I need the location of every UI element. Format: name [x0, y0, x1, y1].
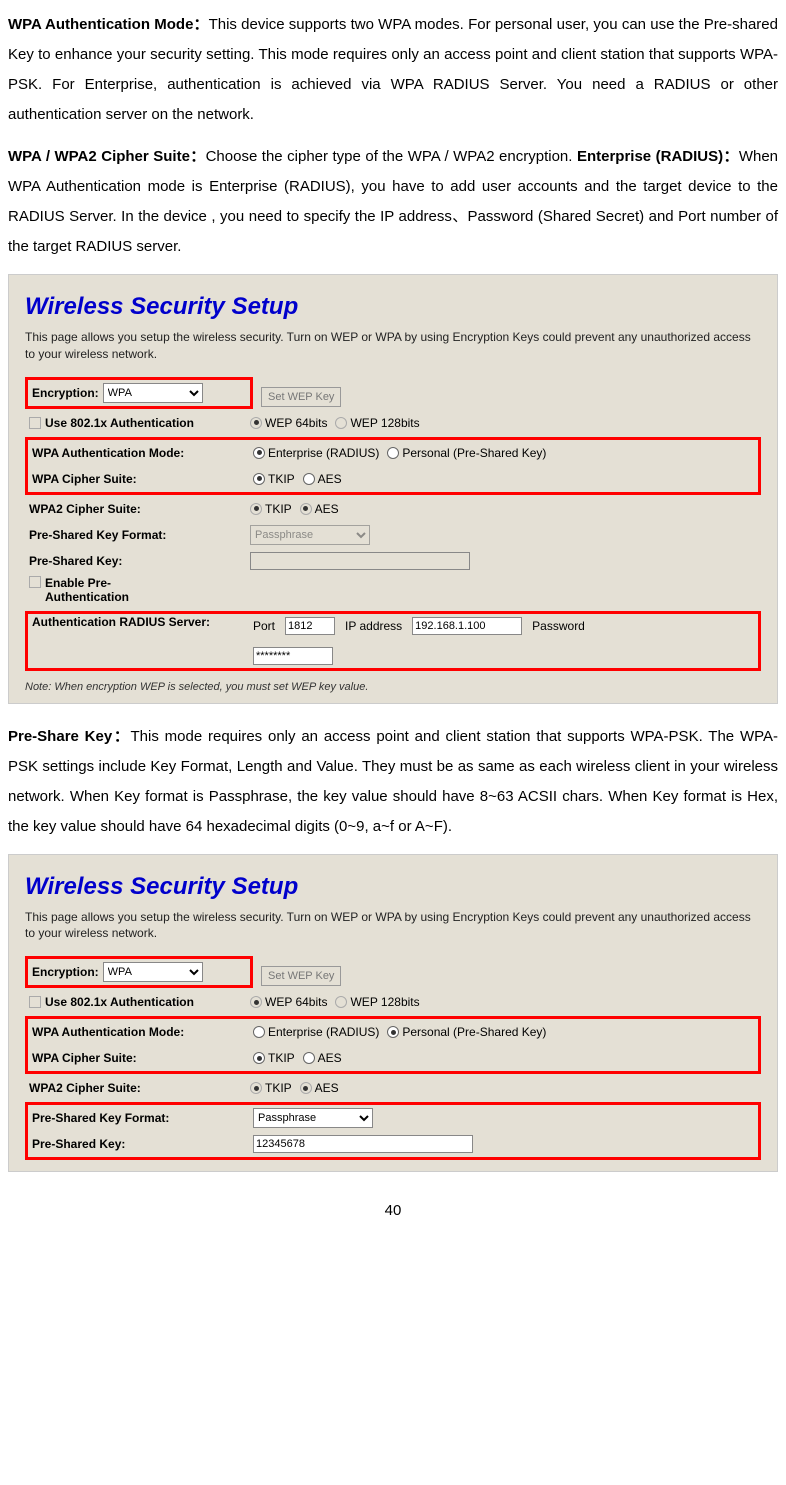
- radius-port-input[interactable]: [285, 617, 335, 635]
- enable-preauth-checkbox[interactable]: [29, 576, 41, 588]
- wpa-cipher-label: WPA Cipher Suite:: [28, 472, 253, 486]
- psk-format-select[interactable]: Passphrase: [250, 525, 370, 545]
- app-wireless-security-2: Wireless Security Setup This page allows…: [8, 854, 778, 1173]
- enable-preauth-label: Enable Pre-Authentication: [45, 576, 195, 604]
- wpa-tkip-label-2: TKIP: [268, 1051, 295, 1065]
- term-cipher-suite: WPA / WPA2 Cipher Suite：: [8, 148, 206, 165]
- wep128-radio-2[interactable]: [335, 996, 347, 1008]
- use-8021x-label-2: Use 802.1x Authentication: [45, 995, 194, 1009]
- wpa2-tkip-radio[interactable]: [250, 503, 262, 515]
- wep64-radio[interactable]: [250, 417, 262, 429]
- psk-format-label: Pre-Shared Key Format:: [25, 528, 250, 542]
- page-number: 40: [8, 1202, 778, 1219]
- wpa2-aes-label-2: AES: [315, 1081, 339, 1095]
- set-wep-key-button[interactable]: Set WEP Key: [261, 387, 341, 407]
- psk-input[interactable]: [250, 552, 470, 570]
- wpa2-tkip-label: TKIP: [265, 502, 292, 516]
- wpa-auth-mode-label: WPA Authentication Mode:: [28, 446, 253, 460]
- wpa-aes-radio-2[interactable]: [303, 1052, 315, 1064]
- wpa2-aes-radio[interactable]: [300, 503, 312, 515]
- wpa-tkip-radio-2[interactable]: [253, 1052, 265, 1064]
- page-description-2: This page allows you setup the wireless …: [25, 909, 761, 943]
- wpa-tkip-radio[interactable]: [253, 473, 265, 485]
- wep64-label: WEP 64bits: [265, 416, 327, 430]
- radius-port-label: Port: [253, 619, 275, 633]
- psk-label-2: Pre-Shared Key:: [28, 1137, 253, 1151]
- radius-ip-label: IP address: [345, 619, 402, 633]
- desc-cipher-suite: Choose the cipher type of the WPA / WPA2…: [206, 148, 573, 165]
- radius-password-input[interactable]: [253, 647, 333, 665]
- paragraph-cipher-enterprise: WPA / WPA2 Cipher Suite：Choose the ciphe…: [8, 142, 778, 262]
- use-8021x-label: Use 802.1x Authentication: [45, 416, 194, 430]
- enterprise-label-2: Enterprise (RADIUS): [268, 1025, 379, 1039]
- enterprise-radio-2[interactable]: [253, 1026, 265, 1038]
- radius-password-label: Password: [532, 619, 585, 633]
- set-wep-key-button-2[interactable]: Set WEP Key: [261, 966, 341, 986]
- wep64-radio-2[interactable]: [250, 996, 262, 1008]
- wpa-tkip-label: TKIP: [268, 472, 295, 486]
- app-wireless-security-1: Wireless Security Setup This page allows…: [8, 274, 778, 704]
- personal-label-2: Personal (Pre-Shared Key): [402, 1025, 546, 1039]
- radius-ip-input[interactable]: [412, 617, 522, 635]
- psk-label: Pre-Shared Key:: [25, 554, 250, 568]
- radius-server-label: Authentication RADIUS Server:: [28, 615, 253, 631]
- wpa-aes-label-2: AES: [318, 1051, 342, 1065]
- psk-input-2[interactable]: [253, 1135, 473, 1153]
- term-wpa-auth-mode: WPA Authentication Mode：: [8, 16, 209, 33]
- page-title: Wireless Security Setup: [25, 293, 761, 321]
- personal-radio[interactable]: [387, 447, 399, 459]
- wep128-label: WEP 128bits: [350, 416, 419, 430]
- wep-note: Note: When encryption WEP is selected, y…: [25, 681, 761, 693]
- enterprise-label: Enterprise (RADIUS): [268, 446, 379, 460]
- wpa-cipher-label-2: WPA Cipher Suite:: [28, 1051, 253, 1065]
- wep128-label-2: WEP 128bits: [350, 995, 419, 1009]
- encryption-select[interactable]: WPA: [103, 383, 203, 403]
- enterprise-radio[interactable]: [253, 447, 265, 459]
- term-enterprise-radius: Enterprise (RADIUS)：: [577, 148, 739, 165]
- wpa2-cipher-label-2: WPA2 Cipher Suite:: [25, 1081, 250, 1095]
- wpa2-tkip-label-2: TKIP: [265, 1081, 292, 1095]
- page-title-2: Wireless Security Setup: [25, 873, 761, 901]
- wep128-radio[interactable]: [335, 417, 347, 429]
- personal-label: Personal (Pre-Shared Key): [402, 446, 546, 460]
- use-8021x-checkbox-2[interactable]: [29, 996, 41, 1008]
- wpa-aes-radio[interactable]: [303, 473, 315, 485]
- psk-format-select-2[interactable]: Passphrase: [253, 1108, 373, 1128]
- term-preshare-key: Pre-Share Key：: [8, 728, 131, 745]
- paragraph-wpa-auth-mode: WPA Authentication Mode：This device supp…: [8, 10, 778, 130]
- wpa2-aes-label: AES: [315, 502, 339, 516]
- paragraph-preshare-key: Pre-Share Key：This mode requires only an…: [8, 722, 778, 842]
- encryption-label: Encryption:: [28, 386, 103, 400]
- personal-radio-2[interactable]: [387, 1026, 399, 1038]
- wpa2-aes-radio-2[interactable]: [300, 1082, 312, 1094]
- wpa-auth-mode-label-2: WPA Authentication Mode:: [28, 1025, 253, 1039]
- page-description: This page allows you setup the wireless …: [25, 329, 761, 363]
- wpa2-tkip-radio-2[interactable]: [250, 1082, 262, 1094]
- wpa-aes-label: AES: [318, 472, 342, 486]
- encryption-select-2[interactable]: WPA: [103, 962, 203, 982]
- encryption-label-2: Encryption:: [28, 965, 103, 979]
- psk-format-label-2: Pre-Shared Key Format:: [28, 1111, 253, 1125]
- wep64-label-2: WEP 64bits: [265, 995, 327, 1009]
- use-8021x-checkbox[interactable]: [29, 417, 41, 429]
- wpa2-cipher-label: WPA2 Cipher Suite:: [25, 502, 250, 516]
